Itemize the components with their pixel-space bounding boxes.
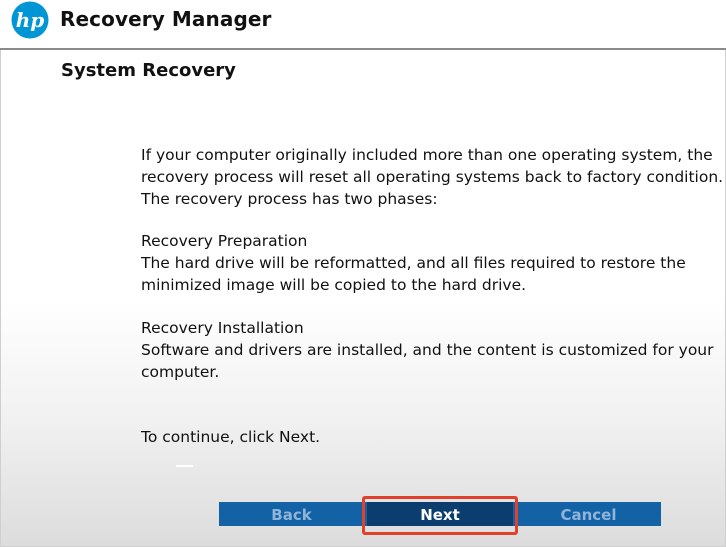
page-title: System Recovery	[61, 60, 236, 81]
intro-line: If your computer originally included mor…	[141, 146, 713, 164]
phase-description-line: Software and drivers are installed, and …	[141, 341, 714, 359]
focus-indicator	[176, 465, 193, 467]
app-header: hp Recovery Manager	[0, 0, 726, 50]
continue-text: To continue, click Next.	[141, 428, 321, 446]
phase-description-line: minimized image will be copied to the ha…	[141, 276, 527, 294]
phase-preparation: Recovery Preparation The hard drive will…	[141, 230, 701, 296]
phase-heading: Recovery Installation	[141, 319, 304, 337]
phase-heading: Recovery Preparation	[141, 232, 308, 250]
cancel-button[interactable]: Cancel	[516, 502, 661, 526]
hp-logo-icon: hp	[11, 1, 49, 39]
intro-line: The recovery process has two phases:	[141, 190, 438, 208]
intro-line: recovery process will reset all operatin…	[141, 168, 724, 186]
phase-description-line: computer.	[141, 363, 220, 381]
back-button[interactable]: Back	[219, 502, 364, 526]
continue-instruction: To continue, click Next.	[141, 426, 701, 448]
phase-description-line: The hard drive will be reformatted, and …	[141, 254, 686, 272]
next-button[interactable]: Next	[367, 502, 513, 526]
phase-installation: Recovery Installation Software and drive…	[141, 317, 714, 383]
hp-logo-text: hp	[16, 8, 45, 32]
app-title: Recovery Manager	[60, 7, 272, 31]
intro-paragraph: If your computer originally included mor…	[141, 144, 724, 210]
